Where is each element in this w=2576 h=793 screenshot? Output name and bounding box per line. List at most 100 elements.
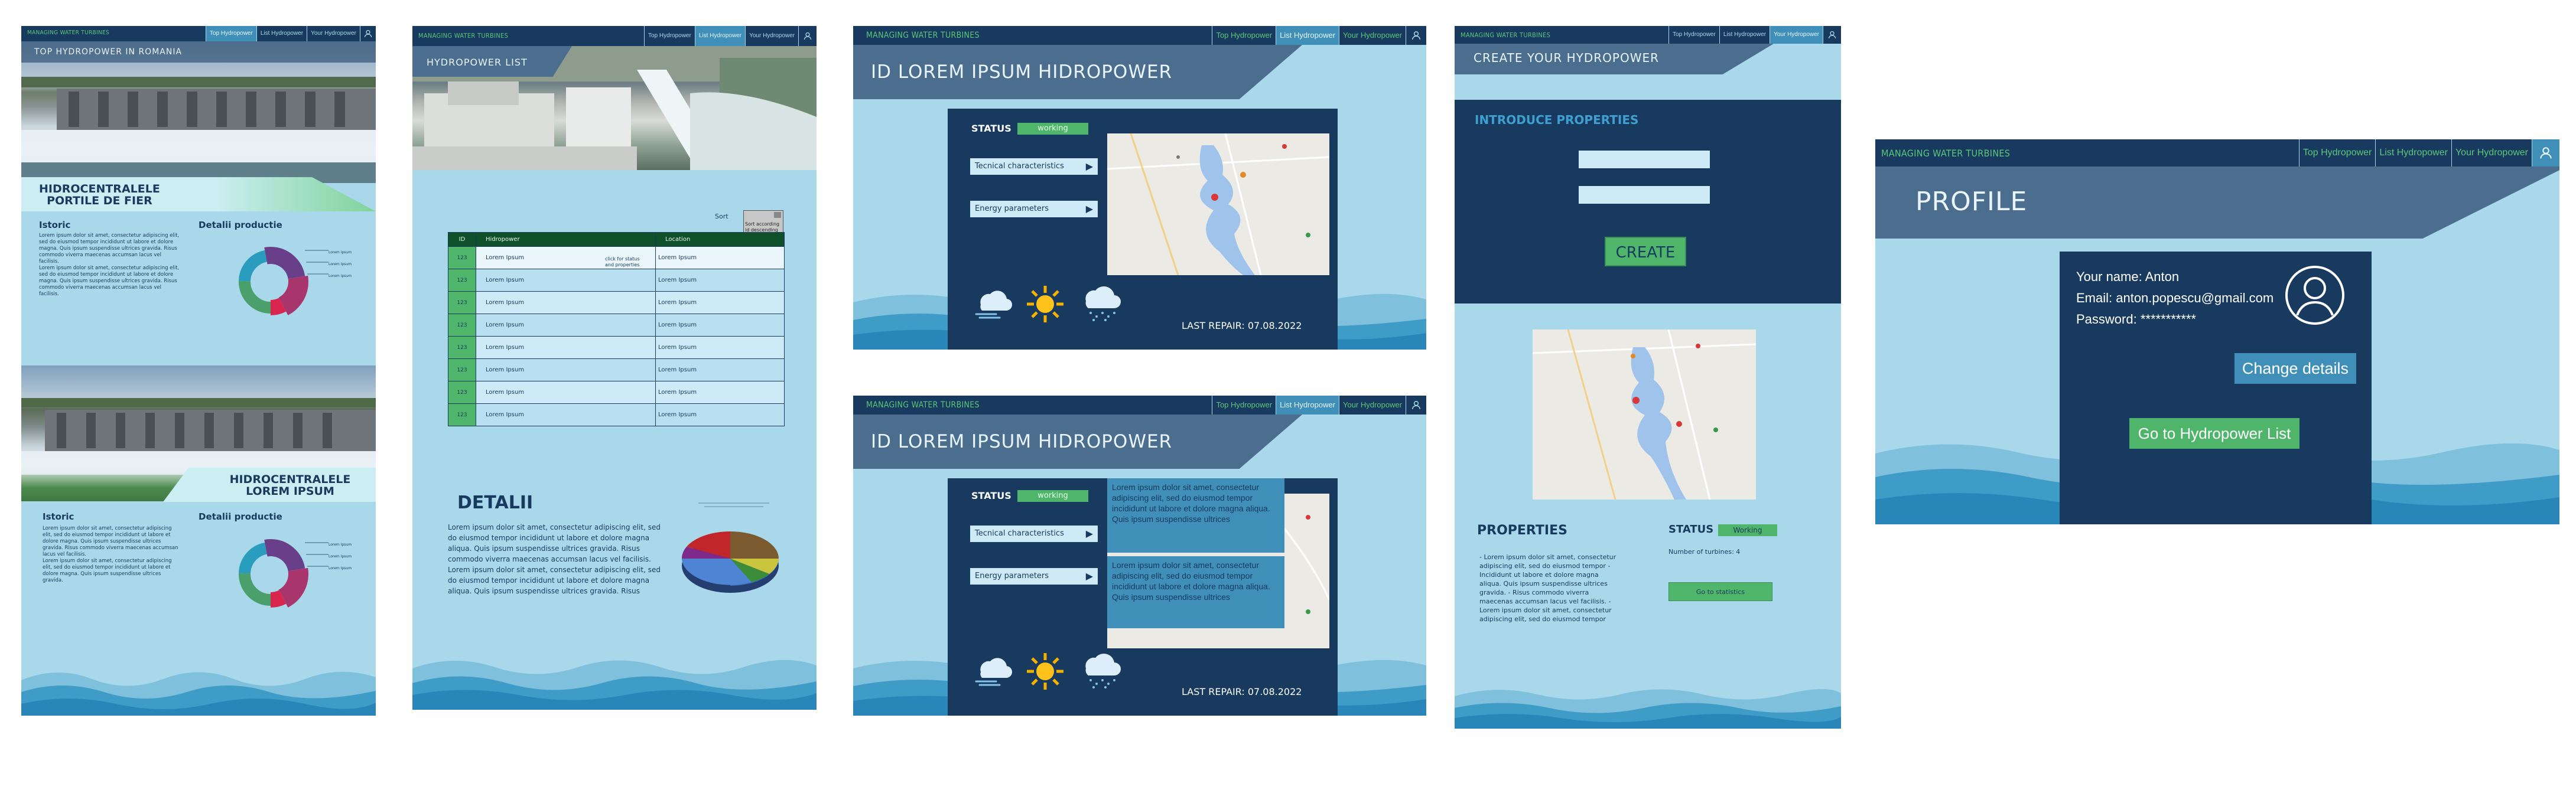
- chevron-right-icon: ▶: [1085, 570, 1093, 582]
- istoric-heading: Istoric: [39, 220, 71, 230]
- table-row[interactable]: 123 Lorem Ipsum Lorem Ipsum: [448, 336, 785, 359]
- page-title: ID LOREM IPSUM HIDROPOWER: [871, 61, 1173, 83]
- detalii-text: Lorem ipsum dolor sit amet, consectetur …: [448, 523, 661, 595]
- table-row[interactable]: 123 Lorem Ipsum Lorem Ipsum: [448, 291, 785, 314]
- turbines-count: Number of turbines: 4: [1668, 548, 1741, 556]
- property-input-2[interactable]: [1579, 186, 1710, 204]
- sort-label: Sort: [715, 213, 728, 220]
- energy-parameters-button[interactable]: Energy parameters ▶: [970, 201, 1098, 217]
- tab-top-hydropower[interactable]: Top Hydropower: [1212, 26, 1276, 45]
- tab-top-hydropower[interactable]: Top Hydropower: [206, 26, 256, 41]
- row-name-cell: Lorem Ipsum: [476, 381, 656, 404]
- table-row[interactable]: 123 Lorem Ipsum Lorem Ipsum: [448, 358, 785, 381]
- tab-your-hydropower[interactable]: Your Hydropower: [2451, 139, 2532, 167]
- tab-list-hydropower[interactable]: List Hydropower: [2375, 139, 2451, 167]
- screen-hydropower-detail-popup: MANAGING WATER TURBINES Top Hydropower L…: [853, 396, 1426, 716]
- tab-top-hydropower[interactable]: Top Hydropower: [1212, 396, 1276, 415]
- row-location-cell: Lorem Ipsum: [655, 403, 785, 426]
- row-name-cell: Lorem Ipsum: [476, 336, 656, 359]
- page-title: HYDROPOWER LIST: [427, 57, 528, 68]
- energy-parameters-button[interactable]: Energy parameters ▶: [970, 568, 1098, 585]
- last-repair-text: LAST REPAIR: 07.08.2022: [1182, 686, 1302, 697]
- col-name-header[interactable]: Hidropower: [476, 232, 656, 247]
- nav-bar: MANAGING WATER TURBINES Top Hydropower L…: [1455, 26, 1841, 44]
- status-badge: Working: [1718, 524, 1777, 536]
- go-to-hydropower-list-button[interactable]: Go to Hydropower List: [2129, 418, 2299, 449]
- change-details-button[interactable]: Change details: [2235, 353, 2356, 384]
- brand-logo: MANAGING WATER TURBINES: [866, 400, 980, 410]
- tab-list-hydropower[interactable]: List Hydropower: [1276, 396, 1339, 415]
- tab-top-hydropower[interactable]: Top Hydropower: [1668, 26, 1719, 44]
- banner: CREATE YOUR HYDROPOWER: [1455, 44, 1774, 74]
- row-id-cell: 123: [448, 246, 476, 269]
- tab-list-hydropower[interactable]: List Hydropower: [1719, 26, 1770, 44]
- status-badge: working: [1017, 123, 1088, 135]
- tab-list-hydropower[interactable]: List Hydropower: [694, 26, 746, 46]
- col-location-header[interactable]: Location: [655, 232, 785, 247]
- table-row[interactable]: 123 Lorem Ipsum Lorem Ipsum: [448, 314, 785, 337]
- istoric-heading-2: Istoric: [43, 511, 74, 522]
- screen-hydropower-list: MANAGING WATER TURBINES Top Hydropower L…: [412, 26, 817, 710]
- status-label: STATUS: [971, 123, 1011, 134]
- row-location-cell: Lorem Ipsum: [655, 269, 785, 292]
- chevron-right-icon: ▶: [1085, 203, 1093, 214]
- row-location-cell: Lorem Ipsum: [655, 291, 785, 314]
- row-name-cell: Lorem Ipsum: [476, 269, 656, 292]
- property-input-1[interactable]: [1579, 151, 1710, 168]
- row-id-cell: 123: [448, 314, 476, 337]
- row-id-cell: 123: [448, 381, 476, 404]
- brand-logo: MANAGING WATER TURBINES: [866, 31, 980, 40]
- location-map[interactable]: [1107, 133, 1329, 275]
- tab-list-hydropower[interactable]: List Hydropower: [256, 26, 307, 41]
- location-map[interactable]: [1533, 329, 1756, 500]
- user-icon[interactable]: [360, 26, 376, 41]
- row-name-cell: Lorem Ipsum: [476, 358, 656, 381]
- user-icon[interactable]: [2532, 139, 2559, 167]
- weather-sunny-icon: [1026, 652, 1065, 693]
- page-title: ID LOREM IPSUM HIDROPOWER: [871, 431, 1173, 452]
- tab-top-hydropower[interactable]: Top Hydropower: [644, 26, 695, 46]
- page-title: CREATE YOUR HYDROPOWER: [1474, 51, 1660, 65]
- tab-your-hydropower[interactable]: Your Hydropower: [1770, 26, 1823, 44]
- technical-characteristics-button[interactable]: Tecnical characteristics ▶: [970, 526, 1098, 542]
- create-button[interactable]: CREATE: [1605, 237, 1686, 266]
- row-name-cell: Lorem Ipsum: [476, 291, 656, 314]
- row-id-cell: 123: [448, 403, 476, 426]
- row-name-cell: Lorem Ipsum: [476, 314, 656, 337]
- user-icon[interactable]: [1406, 396, 1426, 415]
- user-icon[interactable]: [1823, 26, 1841, 44]
- nav-bar: MANAGING WATER TURBINES Top Hydropower L…: [1875, 139, 2559, 167]
- create-form-panel: INTRODUCE PROPERTIES CREATE: [1455, 100, 1841, 304]
- tab-your-hydropower[interactable]: Your Hydropower: [745, 26, 798, 46]
- tab-top-hydropower[interactable]: Top Hydropower: [2298, 139, 2376, 167]
- brand-logo: MANAGING WATER TURBINES: [1461, 31, 1551, 39]
- technical-characteristics-button[interactable]: Tecnical characteristics ▶: [970, 158, 1098, 175]
- tab-your-hydropower[interactable]: Your Hydropower: [1339, 26, 1406, 45]
- table-row[interactable]: 123 Lorem Ipsum Lorem Ipsum: [448, 381, 785, 404]
- col-id-header[interactable]: ID: [448, 232, 476, 247]
- status-badge: working: [1017, 490, 1088, 502]
- profile-email: Email: anton.popescu@gmail.com: [2076, 291, 2274, 305]
- tab-your-hydropower[interactable]: Your Hydropower: [1339, 396, 1406, 415]
- profile-card: Your name: Anton Email: anton.popescu@gm…: [2060, 252, 2372, 524]
- user-icon[interactable]: [1406, 26, 1426, 45]
- detail-panel: STATUS working Tecnical characteristics …: [948, 109, 1338, 350]
- wave-decoration: [412, 660, 817, 710]
- row-location-cell: Lorem Ipsum: [655, 336, 785, 359]
- row-location-cell: Lorem Ipsum: [655, 314, 785, 337]
- go-to-statistics-button[interactable]: Go to statistics: [1668, 582, 1772, 601]
- page-title: TOP HYDROPOWER IN ROMANIA: [34, 47, 183, 57]
- row-id-cell: 123: [448, 291, 476, 314]
- nav-bar: MANAGING WATER TURBINES Top Hydropower L…: [853, 396, 1426, 415]
- istoric-text: Lorem ipsum dolor sit amet, consectetur …: [39, 233, 180, 297]
- tab-your-hydropower[interactable]: Your Hydropower: [307, 26, 360, 41]
- production-donut-chart: [234, 244, 328, 319]
- row-id-cell: 123: [448, 336, 476, 359]
- table-row[interactable]: 123 Lorem Ipsum Lorem Ipsum: [448, 269, 785, 292]
- page-title: PROFILE: [1915, 187, 2028, 217]
- tab-list-hydropower[interactable]: List Hydropower: [1276, 26, 1339, 45]
- brand-logo: MANAGING WATER TURBINES: [1881, 148, 2011, 159]
- user-icon[interactable]: [798, 26, 817, 46]
- table-row[interactable]: 123 Lorem Ipsum Lorem Ipsum: [448, 403, 785, 426]
- introduce-properties-heading: INTRODUCE PROPERTIES: [1475, 113, 1639, 127]
